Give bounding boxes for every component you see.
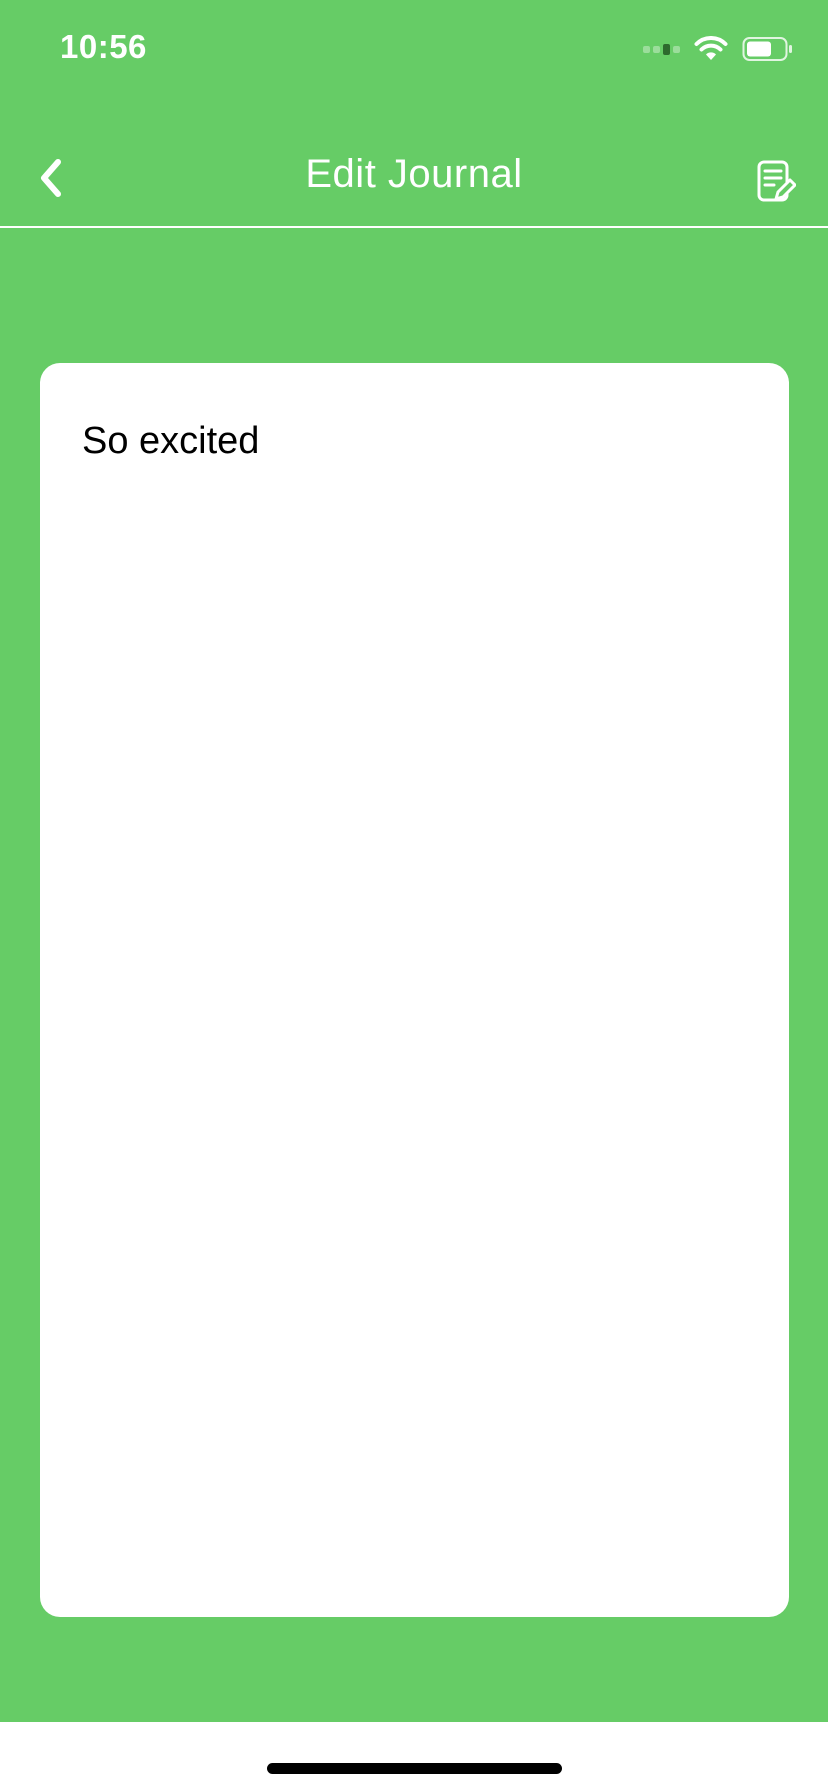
wifi-icon bbox=[694, 36, 728, 62]
page-title: Edit Journal bbox=[305, 152, 523, 196]
edit-note-button[interactable] bbox=[752, 156, 800, 208]
nav-divider bbox=[0, 226, 828, 228]
battery-icon bbox=[742, 36, 794, 62]
edit-note-icon bbox=[757, 160, 796, 202]
home-indicator[interactable] bbox=[267, 1763, 562, 1774]
cellular-signal-icon bbox=[643, 43, 680, 55]
journal-text[interactable]: So excited bbox=[82, 419, 747, 465]
status-indicators bbox=[643, 34, 794, 64]
status-time: 10:56 bbox=[60, 28, 147, 65]
journal-editor[interactable]: So excited bbox=[40, 363, 789, 1617]
